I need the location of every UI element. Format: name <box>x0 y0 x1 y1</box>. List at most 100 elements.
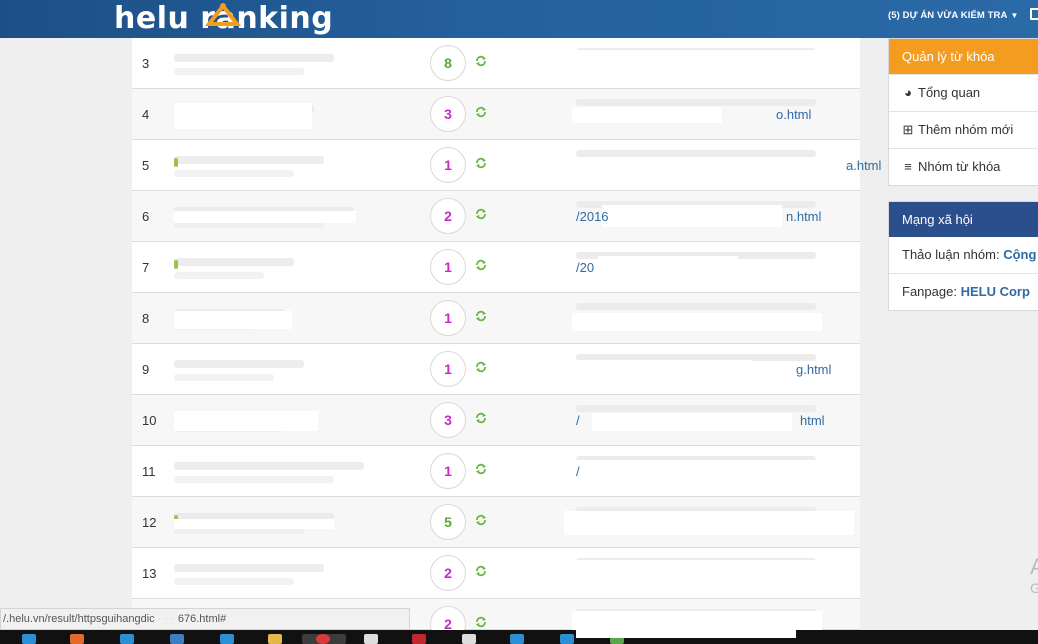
database-icon: ≡ <box>904 159 912 174</box>
plus-square-icon: ⊞ <box>902 122 914 137</box>
url-cell[interactable]: /2016 n.html <box>572 191 862 241</box>
table-row: 5 1 a.html <box>132 140 881 191</box>
url-link[interactable]: / <box>576 464 580 479</box>
url-link[interactable]: g.html <box>796 362 831 377</box>
url-link-end[interactable]: n.html <box>786 209 821 224</box>
rank-badge[interactable]: 1 <box>430 300 466 336</box>
refresh-icon[interactable] <box>475 514 487 526</box>
url-cell[interactable]: o.html <box>572 89 862 139</box>
redaction-block <box>592 413 792 431</box>
watermark-line-1: A <box>1030 554 1038 579</box>
keyword-cell[interactable] <box>174 150 384 180</box>
redaction-block <box>598 256 738 278</box>
rank-badge[interactable]: 1 <box>430 453 466 489</box>
taskbar-app-icon[interactable] <box>170 634 184 644</box>
taskbar-app-icon[interactable] <box>70 634 84 644</box>
refresh-icon[interactable] <box>475 310 487 322</box>
url-link[interactable]: / <box>576 413 580 428</box>
refresh-icon[interactable] <box>475 412 487 424</box>
url-cell[interactable]: / html <box>572 395 862 445</box>
menu-item-overview[interactable]: ◕ Tổng quan <box>889 74 1038 111</box>
taskbar-app-icon[interactable] <box>268 634 282 644</box>
taskbar-app-icon[interactable] <box>22 634 36 644</box>
refresh-icon[interactable] <box>475 616 487 628</box>
rank-badge[interactable]: 1 <box>430 147 466 183</box>
rank-badge[interactable]: 3 <box>430 402 466 438</box>
url-cell[interactable] <box>572 548 862 598</box>
taskbar-app-icon[interactable] <box>560 634 574 644</box>
url-link-end[interactable]: html <box>800 413 825 428</box>
watermark-line-2: G <box>1030 580 1038 596</box>
url-link[interactable]: o.html <box>776 107 811 122</box>
taskbar-app-icon[interactable] <box>220 634 234 644</box>
keyword-cell[interactable] <box>174 252 384 282</box>
url-link[interactable]: /20 <box>576 260 594 275</box>
url-cell[interactable]: /20 <box>572 242 862 292</box>
url-cell[interactable]: g.html <box>572 344 862 394</box>
menu-item-overview-label: Tổng quan <box>918 85 981 100</box>
redaction-block <box>572 107 722 123</box>
redaction-block <box>174 103 312 129</box>
redacted-keyword-sub <box>174 578 294 585</box>
url-cell[interactable] <box>564 497 862 547</box>
redaction-block <box>564 511 854 535</box>
rank-badge[interactable]: 8 <box>430 45 466 81</box>
redacted-keyword <box>174 156 324 164</box>
url-cell[interactable] <box>572 293 862 343</box>
status-url-start: /.helu.vn/result/httpsguihangdic <box>3 613 155 625</box>
redaction-block <box>174 311 292 329</box>
keyword-marker <box>174 158 178 167</box>
keyword-cell[interactable] <box>174 354 384 384</box>
refresh-icon[interactable] <box>475 259 487 271</box>
taskbar-app-icon[interactable] <box>510 634 524 644</box>
url-cell[interactable]: a.html <box>572 140 881 190</box>
redaction-block <box>572 158 802 172</box>
social-panel-title: Mạng xã hội <box>889 202 1038 237</box>
refresh-icon[interactable] <box>475 208 487 220</box>
rank-badge[interactable]: 3 <box>430 96 466 132</box>
row-index: 6 <box>142 208 150 224</box>
fanpage-link[interactable]: HELU Corp <box>961 284 1030 299</box>
row-index: 7 <box>142 259 150 275</box>
table-row: 9 1 g.html <box>132 344 860 395</box>
refresh-icon[interactable] <box>475 55 487 67</box>
table-row: 10 3 / html <box>132 395 860 446</box>
row-index: 11 <box>142 463 156 479</box>
taskbar-app-icon[interactable] <box>412 634 426 644</box>
recent-projects-dropdown[interactable]: (5) DỰ ÁN VỪA KIỂM TRA ▼ <box>888 10 1019 21</box>
refresh-icon[interactable] <box>475 463 487 475</box>
discussion-group-link[interactable]: Cộng đ <box>1003 247 1038 262</box>
rank-badge[interactable]: 2 <box>430 555 466 591</box>
redaction-block <box>572 50 822 74</box>
redaction-block <box>174 211 356 223</box>
rank-badge[interactable]: 2 <box>430 198 466 234</box>
taskbar-app-icon[interactable] <box>364 634 378 644</box>
status-url-hidden: · · · <box>157 613 178 625</box>
keyword-cell[interactable] <box>174 558 384 588</box>
mail-icon[interactable] <box>1030 8 1038 20</box>
refresh-icon[interactable] <box>475 106 487 118</box>
taskbar-app-icon[interactable] <box>462 634 476 644</box>
url-link[interactable]: a.html <box>846 158 881 173</box>
keyword-cell[interactable] <box>174 456 384 486</box>
keyword-management-panel: Quản lý từ khóa ◕ Tổng quan ⊞ Thêm nhóm mớ… <box>888 38 1038 186</box>
menu-item-keyword-groups[interactable]: ≡ Nhóm từ khóa <box>889 148 1038 185</box>
row-index: 4 <box>142 106 150 122</box>
url-link[interactable]: /2016 <box>576 209 609 224</box>
keyword-cell[interactable] <box>174 48 384 78</box>
refresh-icon[interactable] <box>475 565 487 577</box>
url-cell[interactable]: / <box>572 446 862 496</box>
redacted-keyword-sub <box>174 68 304 75</box>
chrome-icon[interactable] <box>316 634 330 644</box>
rank-badge[interactable]: 1 <box>430 249 466 285</box>
url-cell[interactable] <box>572 38 862 88</box>
table-row: 12 5 <box>132 497 860 548</box>
rank-badge[interactable]: 1 <box>430 351 466 387</box>
redacted-keyword-sub <box>174 374 274 381</box>
refresh-icon[interactable] <box>475 157 487 169</box>
rank-badge[interactable]: 5 <box>430 504 466 540</box>
redaction-block <box>572 460 822 480</box>
taskbar-app-icon[interactable] <box>120 634 134 644</box>
refresh-icon[interactable] <box>475 361 487 373</box>
menu-item-add-group[interactable]: ⊞ Thêm nhóm mới <box>889 111 1038 148</box>
